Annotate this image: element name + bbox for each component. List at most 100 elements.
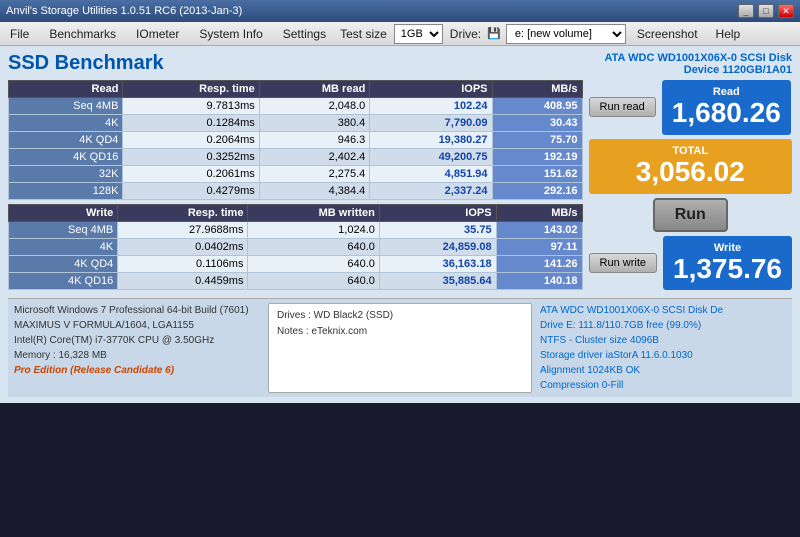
read-mb: 380.4 (259, 115, 370, 132)
read-iops: 2,337.24 (370, 183, 492, 200)
read-resp-time: 9.7813ms (123, 98, 259, 115)
read-score-value: 1,680.26 (672, 98, 781, 129)
pro-edition: Pro Edition (Release Candidate 6) (14, 363, 260, 378)
sys-line3: Intel(R) Core(TM) i7-3770K CPU @ 3.50GHz (14, 333, 260, 348)
notes-label: Notes : eTeknix.com (277, 324, 523, 340)
read-table-header: Read Resp. time MB read IOPS MB/s (9, 81, 583, 98)
footer-drives: Drives : WD Black2 (SSD) Notes : eTeknix… (268, 303, 532, 393)
title-bar: Anvil's Storage Utilities 1.0.51 RC6 (20… (0, 0, 800, 22)
benchmark-header: SSD Benchmark ATA WDC WD1001X06X-0 SCSI … (8, 52, 792, 76)
tables-section: Read Resp. time MB read IOPS MB/s Seq 4M… (8, 80, 583, 294)
write-resp-time: 0.0402ms (118, 239, 248, 256)
col-write: Write (9, 205, 118, 222)
menu-benchmarks[interactable]: Benchmarks (39, 22, 126, 45)
read-score-area: Run read Read 1,680.26 (589, 80, 792, 135)
read-resp-time: 0.3252ms (123, 149, 259, 166)
main-content: SSD Benchmark ATA WDC WD1001X06X-0 SCSI … (0, 46, 800, 403)
read-mbps: 151.62 (492, 166, 582, 183)
col-iops: IOPS (370, 81, 492, 98)
read-iops: 102.24 (370, 98, 492, 115)
sys-line1: Microsoft Windows 7 Professional 64-bit … (14, 303, 260, 318)
write-mbps: 143.02 (496, 222, 582, 239)
total-score-box: TOTAL 3,056.02 (589, 139, 792, 194)
col-iops-w: IOPS (379, 205, 496, 222)
read-mb: 2,275.4 (259, 166, 370, 183)
write-mbps: 140.18 (496, 273, 582, 290)
tables-and-controls: Read Resp. time MB read IOPS MB/s Seq 4M… (8, 80, 792, 294)
read-row-label: 4K QD4 (9, 132, 123, 149)
footer-disk-info: ATA WDC WD1001X06X-0 SCSI Disk De Drive … (540, 303, 786, 393)
col-resp-time: Resp. time (123, 81, 259, 98)
menu-system-info[interactable]: System Info (189, 22, 272, 45)
menu-help[interactable]: Help (706, 22, 751, 45)
disk-line4: Storage driver iaStorA 11.6.0.1030 (540, 348, 786, 363)
col-mbps: MB/s (492, 81, 582, 98)
read-resp-time: 0.1284ms (123, 115, 259, 132)
read-iops: 7,790.09 (370, 115, 492, 132)
write-iops: 36,163.18 (379, 256, 496, 273)
device-info: ATA WDC WD1001X06X-0 SCSI Disk Device 11… (605, 52, 792, 76)
test-size-label: Test size (336, 27, 391, 41)
drive-icon: 💾 (485, 27, 503, 40)
total-score-label: TOTAL (599, 145, 782, 157)
read-table-row: 4K QD4 0.2064ms 946.3 19,380.27 75.70 (9, 132, 583, 149)
read-iops: 4,851.94 (370, 166, 492, 183)
read-table-row: 4K QD16 0.3252ms 2,402.4 49,200.75 192.1… (9, 149, 583, 166)
col-resp-time-w: Resp. time (118, 205, 248, 222)
read-table-row: Seq 4MB 9.7813ms 2,048.0 102.24 408.95 (9, 98, 583, 115)
disk-line2: Drive E: 111.8/110.7GB free (99.0%) (540, 318, 786, 333)
write-mb: 640.0 (248, 273, 379, 290)
write-mbps: 141.26 (496, 256, 582, 273)
write-row-label: 4K QD4 (9, 256, 118, 273)
col-mbps-w: MB/s (496, 205, 582, 222)
disk-line5: Alignment 1024KB OK (540, 363, 786, 378)
disk-line6: Compression 0-Fill (540, 378, 786, 393)
read-table-row: 4K 0.1284ms 380.4 7,790.09 30.43 (9, 115, 583, 132)
write-row-label: Seq 4MB (9, 222, 118, 239)
menu-file[interactable]: File (0, 22, 39, 45)
read-mbps: 292.16 (492, 183, 582, 200)
read-mb: 2,402.4 (259, 149, 370, 166)
run-button[interactable]: Run (653, 198, 728, 232)
read-mbps: 75.70 (492, 132, 582, 149)
run-read-button[interactable]: Run read (589, 97, 656, 117)
write-table-header: Write Resp. time MB written IOPS MB/s (9, 205, 583, 222)
minimize-button[interactable]: _ (738, 4, 754, 18)
run-area: Run (589, 198, 792, 232)
read-row-label: 4K (9, 115, 123, 132)
device-line1: ATA WDC WD1001X06X-0 SCSI Disk (605, 52, 792, 64)
read-row-label: 4K QD16 (9, 149, 123, 166)
window-controls: _ □ ✕ (738, 4, 794, 18)
read-mbps: 30.43 (492, 115, 582, 132)
write-resp-time: 27.9688ms (118, 222, 248, 239)
close-button[interactable]: ✕ (778, 4, 794, 18)
read-mb: 4,384.4 (259, 183, 370, 200)
read-row-label: 128K (9, 183, 123, 200)
write-mb: 640.0 (248, 256, 379, 273)
screenshot-button[interactable]: Screenshot (629, 22, 706, 45)
read-table-row: 128K 0.4279ms 4,384.4 2,337.24 292.16 (9, 183, 583, 200)
run-write-button[interactable]: Run write (589, 253, 657, 273)
drive-select[interactable]: e: [new volume] (506, 24, 626, 44)
sys-line4: Memory : 16,328 MB (14, 348, 260, 363)
disk-line3: NTFS - Cluster size 4096B (540, 333, 786, 348)
write-table-row: Seq 4MB 27.9688ms 1,024.0 35.75 143.02 (9, 222, 583, 239)
read-score-box: Read 1,680.26 (662, 80, 791, 135)
menu-settings[interactable]: Settings (273, 22, 336, 45)
read-mbps: 192.19 (492, 149, 582, 166)
menu-iometer[interactable]: IOmeter (126, 22, 189, 45)
read-mbps: 408.95 (492, 98, 582, 115)
write-table-row: 4K 0.0402ms 640.0 24,859.08 97.11 (9, 239, 583, 256)
read-resp-time: 0.2064ms (123, 132, 259, 149)
disk-line1: ATA WDC WD1001X06X-0 SCSI Disk De (540, 303, 786, 318)
test-size-select[interactable]: 1GB (394, 24, 443, 44)
maximize-button[interactable]: □ (758, 4, 774, 18)
drives-label: Drives : WD Black2 (SSD) (277, 308, 523, 324)
write-score-box: Write 1,375.76 (663, 236, 792, 291)
read-mb: 946.3 (259, 132, 370, 149)
write-table: Write Resp. time MB written IOPS MB/s Se… (8, 204, 583, 290)
read-row-label: 32K (9, 166, 123, 183)
write-iops: 35,885.64 (379, 273, 496, 290)
right-panel: Run read Read 1,680.26 TOTAL 3,056.02 Ru… (589, 80, 792, 294)
write-mb: 1,024.0 (248, 222, 379, 239)
